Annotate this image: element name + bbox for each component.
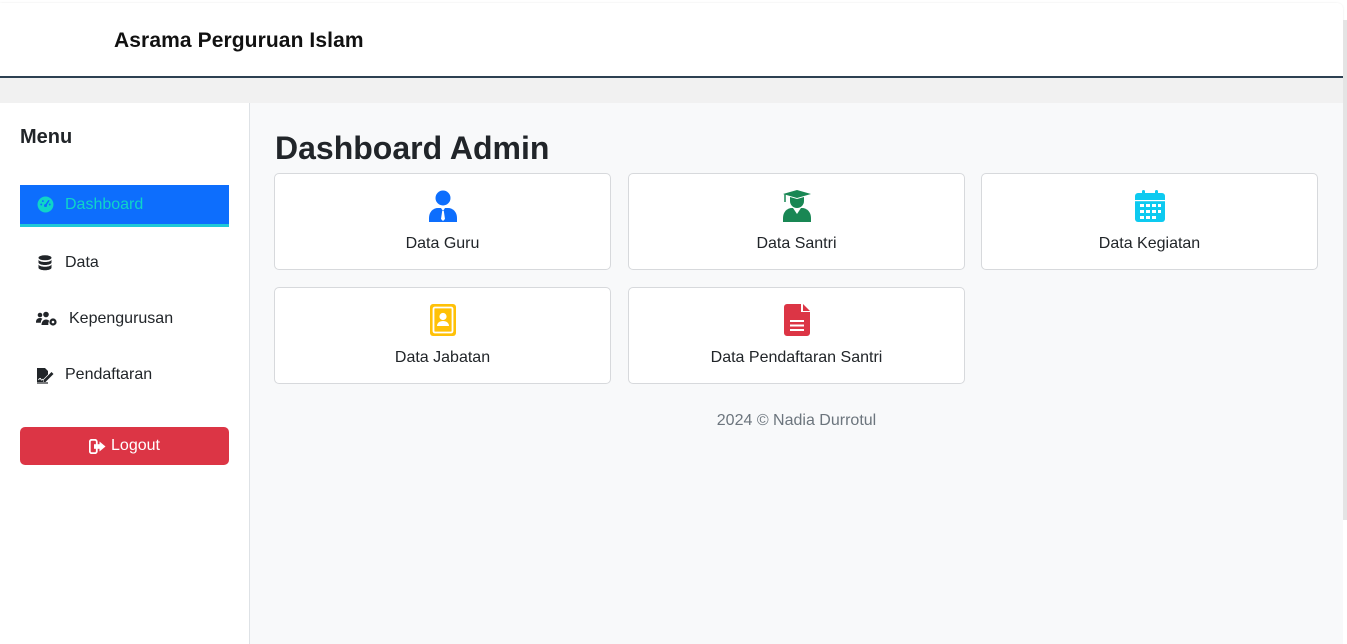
header-spacer — [0, 78, 1347, 103]
card-data-santri[interactable]: Data Santri — [628, 173, 965, 270]
window-right-edge — [1343, 20, 1347, 520]
card-label: Data Jabatan — [394, 349, 491, 366]
brand-title[interactable]: Asrama Perguruan Islam — [114, 29, 364, 53]
card-data-guru[interactable]: Data Guru — [274, 173, 611, 270]
database-icon — [35, 253, 55, 273]
top-navbar: Asrama Perguruan Islam — [0, 3, 1343, 78]
card-data-jabatan[interactable]: Data Jabatan — [274, 287, 611, 384]
dashboard-gauge-icon — [35, 195, 55, 215]
sidebar-item-data[interactable]: Data — [20, 242, 229, 284]
footer: 2024 © Nadia Durrotul — [716, 412, 877, 429]
page-title: Dashboard Admin — [275, 130, 550, 166]
sidebar-item-label: Dashboard — [65, 195, 144, 213]
logout-label: Logout — [111, 437, 160, 454]
card-label: Data Pendaftaran Santri — [710, 349, 883, 366]
file-alt-icon — [783, 303, 810, 337]
page: Asrama Perguruan Islam Menu Dashboard Da… — [0, 0, 1347, 644]
sidebar: Menu Dashboard Data Kepengurusan Pendaft… — [0, 103, 250, 644]
users-cog-icon — [35, 309, 59, 329]
card-data-pendaftaran-santri[interactable]: Data Pendaftaran Santri — [628, 287, 965, 384]
card-label: Data Santri — [756, 235, 837, 252]
id-badge-icon — [429, 303, 456, 337]
card-label: Data Guru — [405, 235, 480, 252]
sidebar-item-pendaftaran[interactable]: Pendaftaran — [20, 354, 229, 396]
card-label: Data Kegiatan — [1098, 235, 1201, 252]
card-data-kegiatan[interactable]: Data Kegiatan — [981, 173, 1318, 270]
sign-out-icon — [89, 438, 106, 454]
sidebar-item-label: Kepengurusan — [69, 310, 174, 327]
file-signature-icon — [35, 365, 55, 385]
sidebar-title: Menu — [20, 126, 73, 148]
sidebar-item-label: Pendaftaran — [65, 366, 153, 383]
user-tie-icon — [428, 189, 458, 223]
calendar-icon — [1134, 189, 1165, 223]
sidebar-item-label: Data — [65, 254, 99, 271]
logout-button[interactable]: Logout — [20, 427, 229, 465]
main-content: Dashboard Admin Data Guru Data Santri Da… — [250, 103, 1343, 644]
user-graduate-icon — [782, 189, 812, 223]
sidebar-item-kepengurusan[interactable]: Kepengurusan — [20, 298, 229, 340]
sidebar-item-dashboard[interactable]: Dashboard — [20, 185, 229, 227]
